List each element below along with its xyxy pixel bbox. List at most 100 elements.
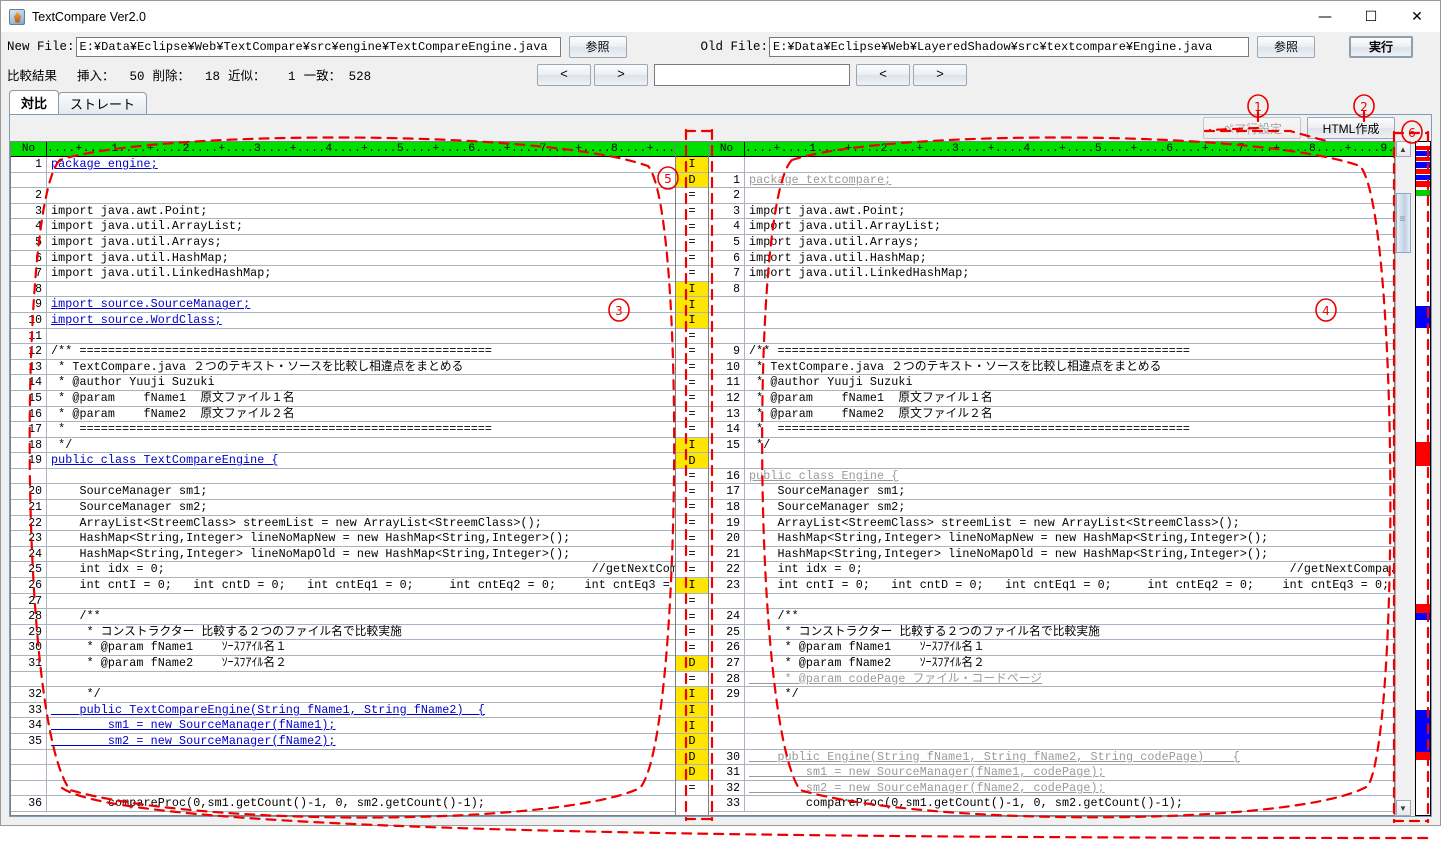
- table-row[interactable]: 25 * コンストラクター 比較する２つのファイル名で比較実施: [709, 624, 1394, 641]
- table-row[interactable]: 33 compareProc(0,sm1.getCount()-1, 0, sm…: [709, 796, 1394, 812]
- diff-marker[interactable]: =: [676, 219, 708, 235]
- table-row[interactable]: 23 HashMap<String,Integer> lineNoMapNew …: [11, 531, 675, 547]
- table-row[interactable]: 27 * @param fName2 ｿｰｽﾌｱｲﾙ名２: [709, 656, 1394, 672]
- table-row[interactable]: 28 /**: [11, 609, 675, 625]
- table-row[interactable]: 3 import java.awt.Point;: [709, 203, 1394, 220]
- diff-marker[interactable]: I: [676, 718, 708, 734]
- table-row[interactable]: [11, 172, 675, 189]
- diff-marker[interactable]: I: [676, 157, 708, 173]
- table-row[interactable]: 15 * @param fName1 原文ファイル１名: [11, 390, 675, 407]
- table-row[interactable]: 7 import java.util.LinkedHashMap;: [11, 266, 675, 282]
- table-row[interactable]: 26 * @param fName1 ｿｰｽﾌｱｲﾙ名１: [709, 640, 1394, 656]
- table-row[interactable]: 28 * @param codePage ファイル・コードページ: [709, 671, 1394, 688]
- diff-marker[interactable]: I: [676, 437, 708, 454]
- diff-marker[interactable]: =: [676, 515, 708, 532]
- table-row[interactable]: 32 sm2 = new SourceManager(fName2, codeP…: [709, 780, 1394, 797]
- tab-taihi[interactable]: 対比: [9, 90, 60, 114]
- next-match-button-2[interactable]: >: [913, 63, 968, 86]
- scrollbar-track[interactable]: [1395, 157, 1411, 800]
- minimap-mark[interactable]: [1416, 604, 1430, 613]
- diff-marker[interactable]: =: [676, 422, 708, 438]
- minimap-mark[interactable]: [1416, 181, 1430, 187]
- table-row[interactable]: 19 ArrayList<StreemClass> streemList = n…: [709, 515, 1394, 532]
- minimap-mark[interactable]: [1416, 151, 1430, 156]
- diff-marker[interactable]: =: [676, 468, 708, 485]
- diff-marker[interactable]: I: [676, 702, 708, 719]
- table-row[interactable]: 24 /**: [709, 609, 1394, 625]
- table-row[interactable]: 6 import java.util.HashMap;: [11, 250, 675, 267]
- diff-marker[interactable]: =: [676, 624, 708, 641]
- new-file-input[interactable]: E:¥Data¥Eclipse¥Web¥TextCompare¥src¥engi…: [75, 36, 561, 57]
- table-row[interactable]: 1 package textcompare;: [709, 172, 1394, 189]
- pair-line-settings-button[interactable]: ペア行設定: [1203, 117, 1301, 139]
- minimap-mark[interactable]: [1416, 175, 1430, 180]
- diff-marker[interactable]: =: [676, 500, 708, 516]
- table-row[interactable]: [709, 453, 1394, 469]
- diff-marker[interactable]: =: [676, 562, 708, 579]
- diff-marker[interactable]: =: [676, 609, 708, 625]
- table-row[interactable]: 12 * @param fName1 原文ファイル１名: [709, 390, 1394, 407]
- table-row[interactable]: [709, 593, 1394, 610]
- table-row[interactable]: [11, 468, 675, 485]
- minimap-mark[interactable]: [1416, 752, 1430, 760]
- diff-marker[interactable]: D: [676, 749, 708, 766]
- browse-old-button[interactable]: 参照: [1257, 35, 1316, 58]
- table-row[interactable]: 16 public class Engine {: [709, 468, 1394, 485]
- table-row[interactable]: [11, 671, 675, 688]
- table-row[interactable]: 1 package engine;: [11, 157, 675, 173]
- minimize-icon[interactable]: —: [1302, 1, 1348, 32]
- diff-minimap[interactable]: [1415, 141, 1431, 816]
- table-row[interactable]: 31 sm1 = new SourceManager(fName1, codeP…: [709, 765, 1394, 781]
- diff-marker[interactable]: =: [676, 406, 708, 423]
- table-row[interactable]: [709, 297, 1394, 313]
- search-input[interactable]: [654, 63, 851, 86]
- table-row[interactable]: 6 import java.util.HashMap;: [709, 250, 1394, 267]
- table-row[interactable]: 34 sm1 = new SourceManager(fName1);: [11, 718, 675, 734]
- table-row[interactable]: 31 * @param fName2 ｿｰｽﾌｱｲﾙ名２: [11, 656, 675, 672]
- next-diff-button-1[interactable]: >: [594, 63, 649, 86]
- table-row[interactable]: 23 int cntI = 0; int cntD = 0; int cntEq…: [709, 578, 1394, 594]
- minimap-mark[interactable]: [1416, 190, 1430, 196]
- table-row[interactable]: 4 import java.util.ArrayList;: [709, 219, 1394, 235]
- table-row[interactable]: 10 * TextCompare.java ２つのテキスト・ソースを比較し相違点…: [709, 359, 1394, 376]
- tab-straight[interactable]: ストレート: [58, 92, 148, 114]
- diff-marker[interactable]: D: [676, 733, 708, 750]
- diff-marker[interactable]: =: [676, 484, 708, 501]
- close-icon[interactable]: ✕: [1394, 1, 1440, 32]
- table-row[interactable]: 8: [709, 281, 1394, 298]
- prev-match-button-2[interactable]: <: [856, 63, 911, 86]
- diff-marker[interactable]: I: [676, 312, 708, 329]
- diff-marker[interactable]: =: [676, 546, 708, 563]
- diff-marker[interactable]: =: [676, 188, 708, 204]
- table-row[interactable]: 22 int idx = 0; //getNextCompa..: [709, 562, 1394, 579]
- table-row[interactable]: 5 import java.util.Arrays;: [709, 234, 1394, 251]
- minimap-mark[interactable]: [1416, 146, 1430, 150]
- table-row[interactable]: [11, 749, 675, 766]
- table-row[interactable]: [11, 765, 675, 781]
- minimap-mark[interactable]: [1416, 710, 1430, 752]
- table-row[interactable]: 33 public TextCompareEngine(String fName…: [11, 702, 675, 719]
- run-button[interactable]: 実行: [1349, 35, 1414, 58]
- minimap-mark[interactable]: [1416, 306, 1430, 328]
- table-row[interactable]: 29 * コンストラクター 比較する２つのファイル名で比較実施: [11, 624, 675, 641]
- table-row[interactable]: 27: [11, 593, 675, 610]
- diff-marker[interactable]: I: [676, 297, 708, 313]
- table-row[interactable]: 18 SourceManager sm2;: [709, 500, 1394, 516]
- left-file-grid[interactable]: No ....+....1....+....2....+....3....+..…: [10, 141, 676, 816]
- table-row[interactable]: 8: [11, 281, 675, 298]
- diff-marker-column[interactable]: I D = = = = = = I I I = = = = = = = I D = = = = = = = I = = = = D = I I I D D D…: [676, 141, 708, 816]
- table-row[interactable]: 4 import java.util.ArrayList;: [11, 219, 675, 235]
- table-row[interactable]: 10 import source.WordClass;: [11, 312, 675, 329]
- table-row[interactable]: 35 sm2 = new SourceManager(fName2);: [11, 733, 675, 750]
- table-row[interactable]: 15 */: [709, 437, 1394, 454]
- table-row[interactable]: 30 public Engine(String fName1, String f…: [709, 749, 1394, 766]
- browse-new-button[interactable]: 参照: [568, 35, 627, 58]
- diff-marker[interactable]: =: [676, 671, 708, 688]
- table-row[interactable]: [11, 780, 675, 797]
- table-row[interactable]: 14 * ===================================…: [709, 422, 1394, 438]
- table-row[interactable]: 12 /** ==================================…: [11, 344, 675, 360]
- table-row[interactable]: 14 * @author Yuuji Suzuki: [11, 375, 675, 391]
- table-row[interactable]: [709, 702, 1394, 719]
- scroll-up-icon[interactable]: ▲: [1395, 141, 1411, 157]
- table-row[interactable]: 17 SourceManager sm1;: [709, 484, 1394, 501]
